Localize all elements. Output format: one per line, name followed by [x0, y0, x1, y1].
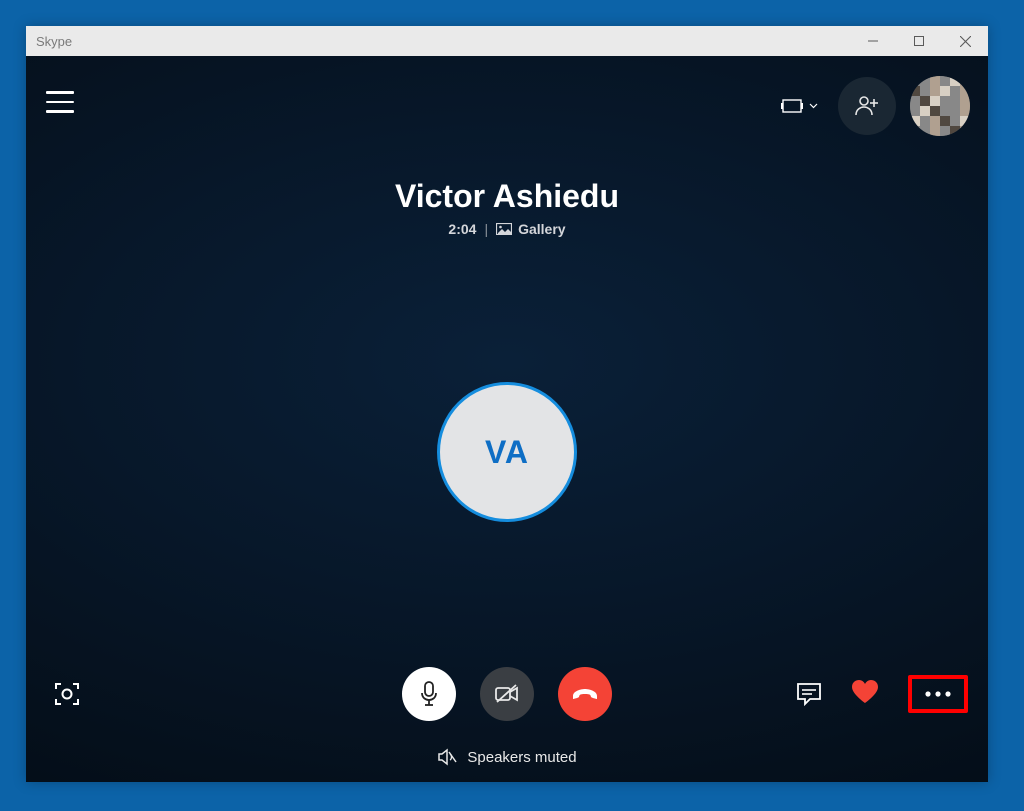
view-mode-button[interactable]: Gallery	[496, 221, 565, 237]
chevron-down-icon	[809, 103, 818, 109]
end-call-icon	[570, 687, 600, 701]
speaker-muted-icon	[437, 748, 457, 766]
more-icon	[924, 690, 952, 698]
add-person-icon	[855, 95, 879, 117]
snapshot-button[interactable]	[52, 679, 82, 709]
window-maximize-button[interactable]	[896, 26, 942, 56]
camera-button[interactable]	[480, 667, 534, 721]
microphone-button[interactable]	[402, 667, 456, 721]
more-options-button[interactable]	[908, 675, 968, 713]
snap-layout-icon	[781, 98, 803, 114]
call-subheader: 2:04 | Gallery	[26, 221, 988, 237]
react-button[interactable]	[850, 679, 880, 710]
app-window: Skype	[26, 26, 988, 782]
separator: |	[484, 221, 488, 237]
camera-off-icon	[494, 684, 520, 704]
call-screen: Victor Ashiedu 2:04 | Gallery VA	[26, 56, 988, 782]
titlebar: Skype	[26, 26, 988, 56]
end-call-button[interactable]	[558, 667, 612, 721]
chat-icon	[796, 682, 822, 706]
window-minimize-button[interactable]	[850, 26, 896, 56]
microphone-icon	[419, 681, 439, 707]
menu-button[interactable]	[46, 91, 74, 113]
self-video-avatar[interactable]	[910, 76, 970, 136]
call-controls	[26, 664, 988, 724]
status-text: Speakers muted	[467, 749, 576, 766]
status-bar: Speakers muted	[26, 748, 988, 766]
avatar-initials: VA	[485, 434, 529, 471]
top-right-controls	[775, 76, 970, 136]
window-close-button[interactable]	[942, 26, 988, 56]
view-mode-label: Gallery	[518, 221, 565, 237]
open-chat-button[interactable]	[796, 682, 822, 706]
call-duration: 2:04	[448, 221, 476, 237]
window-title: Skype	[36, 34, 72, 49]
heart-icon	[850, 679, 880, 705]
participant-avatar: VA	[437, 382, 577, 522]
hamburger-icon	[46, 91, 74, 94]
snapshot-icon	[52, 679, 82, 709]
snap-layout-button[interactable]	[775, 92, 824, 120]
add-people-button[interactable]	[838, 77, 896, 135]
gallery-icon	[496, 223, 512, 235]
participant-name: Victor Ashiedu	[26, 178, 988, 215]
